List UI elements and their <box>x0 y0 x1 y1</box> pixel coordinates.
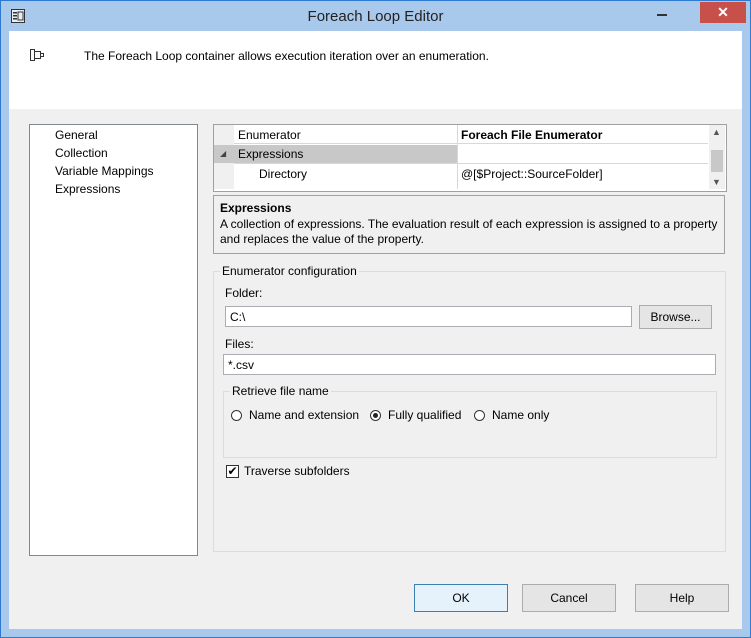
enumerator-config-group: Enumerator configuration Folder: C:\ Bro… <box>213 264 726 552</box>
grid-row-name[interactable]: Directory <box>259 165 307 183</box>
page-navigation: General Collection Variable Mappings Exp… <box>29 124 198 556</box>
scroll-up-icon[interactable]: ▲ <box>712 127 721 137</box>
radio-fully-qualified[interactable] <box>370 410 381 421</box>
radio-label[interactable]: Fully qualified <box>388 408 461 422</box>
radio-name-and-extension[interactable] <box>231 410 242 421</box>
cancel-button[interactable]: Cancel <box>522 584 616 612</box>
grid-row-value[interactable]: @[$Project::SourceFolder] <box>461 165 603 183</box>
header-description: The Foreach Loop container allows execut… <box>84 49 489 63</box>
dialog-client: The Foreach Loop container allows execut… <box>9 31 742 629</box>
traverse-subfolders-label[interactable]: Traverse subfolders <box>244 464 350 478</box>
nav-item-expressions[interactable]: Expressions <box>55 182 120 196</box>
browse-button[interactable]: Browse... <box>639 305 712 329</box>
nav-item-collection[interactable]: Collection <box>55 146 108 160</box>
title-bar[interactable]: Foreach Loop Editor ✕ <box>1 1 750 31</box>
traverse-subfolders-checkbox[interactable]: ✔ <box>226 465 239 478</box>
grid-row-value[interactable]: Foreach File Enumerator <box>461 126 602 144</box>
scrollbar-thumb[interactable] <box>711 150 723 172</box>
group-caption: Retrieve file name <box>230 384 331 398</box>
files-input[interactable]: *.csv <box>223 354 716 375</box>
help-text: A collection of expressions. The evaluat… <box>220 217 718 246</box>
header-strip: The Foreach Loop container allows execut… <box>9 31 742 109</box>
foreach-loop-icon <box>30 49 44 61</box>
group-caption: Enumerator configuration <box>220 264 359 278</box>
grid-scrollbar[interactable]: ▲ ▼ <box>709 125 725 189</box>
grid-row-name[interactable]: Enumerator <box>238 126 301 144</box>
grid-divider <box>457 125 458 189</box>
files-label: Files: <box>225 337 254 351</box>
scroll-down-icon[interactable]: ▼ <box>712 177 721 187</box>
property-grid: Enumerator Foreach File Enumerator ◢ Exp… <box>213 124 727 192</box>
window-title: Foreach Loop Editor <box>307 8 444 25</box>
close-button[interactable]: ✕ <box>700 2 746 23</box>
retrieve-file-name-group: Retrieve file name Name and extension Fu… <box>223 384 717 458</box>
grid-row-expressions[interactable]: ◢ Expressions <box>214 145 457 163</box>
expand-icon[interactable]: ◢ <box>220 145 226 163</box>
folder-label: Folder: <box>225 286 263 300</box>
radio-label[interactable]: Name only <box>492 408 549 422</box>
help-button[interactable]: Help <box>635 584 729 612</box>
ok-button[interactable]: OK <box>414 584 508 612</box>
property-help-box: Expressions A collection of expressions.… <box>213 195 725 254</box>
folder-input[interactable]: C:\ <box>225 306 632 327</box>
help-title: Expressions <box>220 201 292 215</box>
nav-item-general[interactable]: General <box>55 128 98 142</box>
radio-name-only[interactable] <box>474 410 485 421</box>
radio-label[interactable]: Name and extension <box>249 408 359 422</box>
nav-item-variable-mappings[interactable]: Variable Mappings <box>55 164 154 178</box>
grid-divider <box>234 163 708 164</box>
dialog-window: Foreach Loop Editor ✕ The Foreach Loop c… <box>0 0 751 638</box>
grid-row-name: Expressions <box>238 147 304 161</box>
minimize-button[interactable] <box>651 3 675 23</box>
